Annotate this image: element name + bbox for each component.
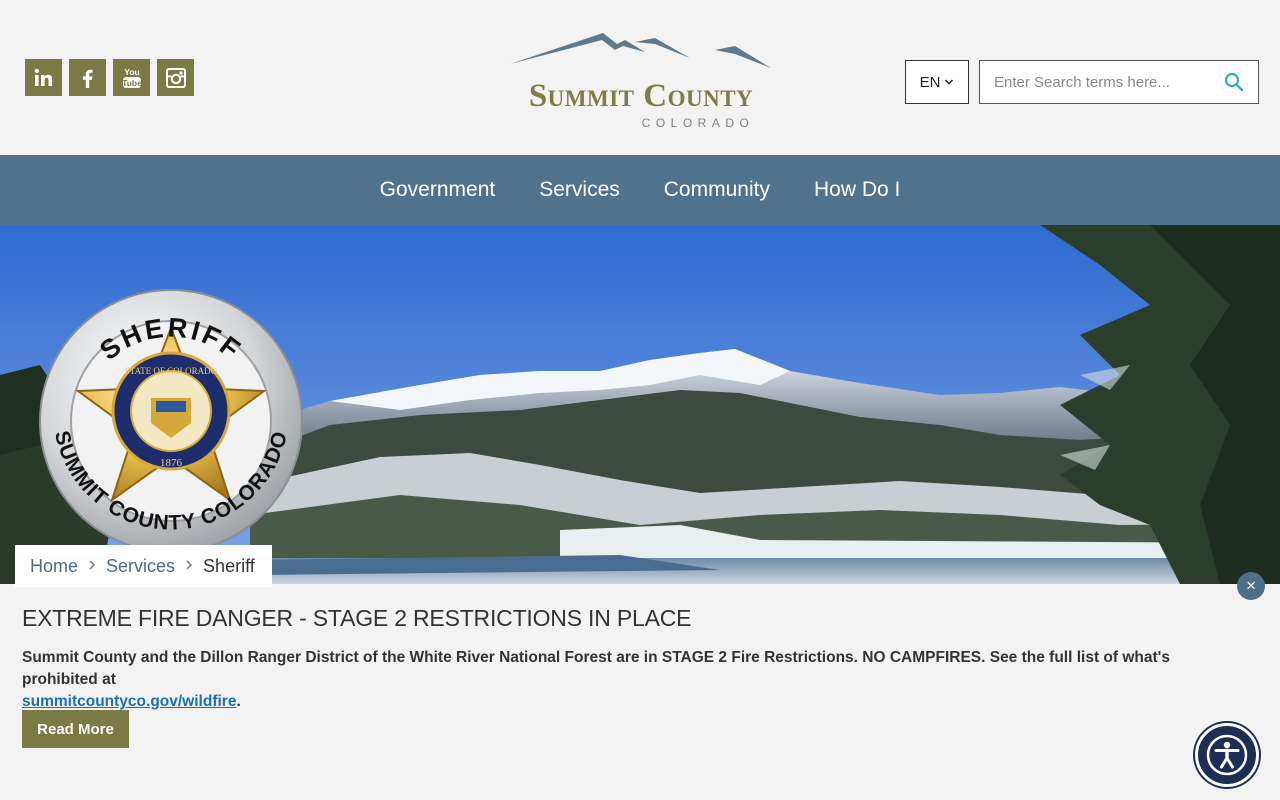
- seal-text: STATE OF COLORADO: [125, 366, 218, 376]
- wildfire-link[interactable]: summitcountyco.gov/wildfire: [22, 693, 236, 710]
- county-logo[interactable]: Summit County COLORADO: [505, 30, 777, 132]
- nav-how-do-i[interactable]: How Do I: [814, 178, 900, 202]
- alert-title: EXTREME FIRE DANGER - STAGE 2 RESTRICTIO…: [22, 605, 692, 631]
- nav-government[interactable]: Government: [380, 178, 496, 202]
- youtube-icon: You Tube: [122, 67, 142, 88]
- sheriff-badge-logo: STATE OF COLORADO 1876 SHERIFF SUMMIT CO…: [39, 289, 303, 553]
- breadcrumb-current: Sheriff: [203, 555, 255, 576]
- instagram-icon: [165, 67, 186, 88]
- youtube-button[interactable]: You Tube: [113, 59, 150, 96]
- search-box: [979, 60, 1259, 104]
- linkedin-button[interactable]: [25, 59, 62, 96]
- facebook-button[interactable]: [69, 59, 106, 96]
- instagram-button[interactable]: [157, 59, 194, 96]
- search-icon[interactable]: [1224, 72, 1244, 92]
- alert-close-button[interactable]: ×: [1237, 572, 1265, 600]
- linkedin-icon: [34, 68, 52, 86]
- logo-title: Summit County: [528, 78, 754, 114]
- accessibility-button[interactable]: [1195, 723, 1259, 787]
- site-header: You Tube Summit County COLORADO EN: [0, 0, 1280, 155]
- chevron-down-icon: [945, 79, 954, 85]
- main-nav: Government Services Community How Do I: [0, 155, 1280, 225]
- mountain-logo-icon: [510, 33, 771, 68]
- chevron-right-icon: [185, 558, 193, 575]
- language-value: EN: [919, 73, 941, 91]
- alert-body-end: .: [236, 693, 241, 710]
- language-select[interactable]: EN: [905, 60, 969, 104]
- accessibility-icon: [1206, 734, 1248, 776]
- close-icon: ×: [1246, 576, 1256, 595]
- svg-text:You: You: [124, 67, 139, 77]
- alert-message: Summit County and the Dillon Ranger Dist…: [22, 647, 1242, 713]
- chevron-right-icon: [88, 558, 96, 575]
- nav-community[interactable]: Community: [664, 178, 770, 202]
- logo-subtitle: COLORADO: [641, 116, 755, 130]
- svg-text:Tube: Tube: [122, 78, 142, 88]
- breadcrumb-services[interactable]: Services: [106, 556, 175, 577]
- breadcrumb-home[interactable]: Home: [30, 556, 78, 577]
- breadcrumb: Home Services Sheriff: [15, 545, 272, 587]
- social-links: You Tube: [25, 59, 194, 96]
- facebook-icon: [82, 69, 92, 88]
- seal-year: 1876: [160, 457, 183, 469]
- search-input[interactable]: [980, 61, 1216, 103]
- nav-services[interactable]: Services: [539, 178, 620, 202]
- alert-body-text: Summit County and the Dillon Ranger Dist…: [22, 649, 1170, 688]
- read-more-button[interactable]: Read More: [22, 710, 129, 748]
